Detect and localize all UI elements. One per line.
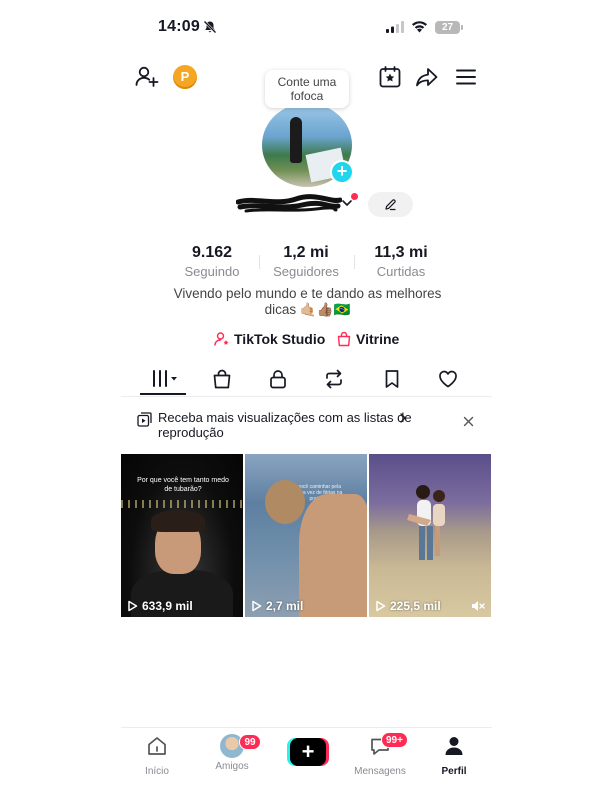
thumb-couple [407,485,445,560]
note-bubble[interactable]: Conte uma fofoca [265,70,349,108]
playlist-banner[interactable]: Receba mais visualizações com as listas … [137,410,482,442]
video-thumbnail[interactable]: por você caminhar pela primeira vez de f… [245,454,367,617]
bio-line: dicas 🤙🏼👍🏽🇧🇷 [264,302,351,317]
bookmark-icon [385,370,399,388]
heart-icon [439,370,457,388]
thumb-figure [299,494,367,617]
vitrine-link[interactable]: Vitrine [336,331,399,347]
views-count: 225,5 mil [390,599,441,613]
views-count: 633,9 mil [142,599,193,613]
stat-value: 1,2 mi [283,244,329,261]
playlist-banner-text: Receba mais visualizações com as listas … [158,410,412,440]
play-icon [252,600,262,612]
pencil-icon [385,199,396,211]
add-friend-icon[interactable] [134,64,160,90]
lock-icon [270,370,286,389]
views-count: 2,7 mil [266,599,304,613]
stat-followers[interactable]: 1,2 mi Seguidores [261,244,351,279]
studio-user-icon [214,332,229,346]
stat-label: Curtidas [376,264,426,279]
playlist-icon [137,412,152,427]
status-bar: 14:09 27 [0,16,615,40]
bio: Vivendo pelo mundo e te dando as melhore… [150,286,465,318]
nav-label: Início [145,766,169,777]
signal-icon [386,21,404,33]
thumb-hair [151,510,205,532]
tab-videos[interactable] [146,365,186,393]
stat-following[interactable]: 9.162 Seguindo [167,244,257,279]
city-lights [121,500,243,508]
battery-indicator: 27 [435,21,463,34]
tab-liked[interactable] [430,365,466,393]
close-icon[interactable] [463,416,474,427]
username-redacted [236,194,342,213]
stat-divider [259,255,260,269]
video-thumbnail[interactable]: 225,5 mil [369,454,491,617]
add-story-button[interactable]: + [330,160,354,184]
status-time: 14:09 [158,18,200,35]
avatar-figure [290,117,302,163]
create-button[interactable]: + [287,738,329,766]
video-views: 225,5 mil [375,599,441,613]
bio-line: Vivendo pelo mundo e te dando as melhore… [173,286,442,301]
play-icon [128,600,138,612]
stat-value: 11,3 mi [374,244,428,261]
profile-icon [445,737,463,755]
home-icon [148,737,166,755]
plus-icon: + [290,738,326,766]
nav-profile[interactable]: Perfil [419,734,489,777]
repost-icon [326,369,342,389]
video-caption: Por que você tem tanto medo de tubarão? [137,477,229,493]
tab-reposts[interactable] [316,365,352,393]
video-thumbnail[interactable]: Por que você tem tanto medo de tubarão? … [121,454,243,617]
mute-icon[interactable] [471,600,485,612]
tab-shop[interactable] [204,365,240,393]
tab-private[interactable] [260,365,296,393]
notification-dot [351,193,358,200]
nav-home[interactable]: Início [122,734,192,777]
coins-button[interactable]: P [173,65,197,89]
active-tab-indicator [140,393,186,395]
grid-videos-icon [153,370,177,387]
tabs-divider [121,396,492,397]
play-icon [376,600,386,612]
nav-label: Perfil [441,766,467,777]
bag-icon [213,369,231,389]
stat-label: Seguidores [273,264,339,279]
stat-value: 9.162 [191,244,233,261]
tab-favorites[interactable] [374,365,410,393]
edit-profile-button[interactable] [368,192,413,217]
tiktok-studio-label: TikTok Studio [234,331,326,347]
share-icon[interactable] [414,64,440,90]
chevron-right-icon [400,413,406,423]
tiktok-studio-link[interactable]: TikTok Studio [214,331,325,347]
stat-likes[interactable]: 11,3 mi Curtidas [356,244,446,279]
nav-friends[interactable]: 99 Amigos [197,734,267,772]
calendar-star-icon[interactable] [377,64,403,90]
video-views: 2,7 mil [251,599,303,613]
bottom-nav: Início 99 Amigos + 99+ Mensagens Perfil [121,727,492,787]
nav-label: Mensagens [354,766,406,777]
thumb-head [265,480,305,524]
nav-messages[interactable]: 99+ Mensagens [345,732,415,777]
video-views: 633,9 mil [127,599,193,613]
friends-badge: 99 [239,734,261,750]
stat-label: Seguindo [184,264,240,279]
shopping-bag-icon [337,331,351,347]
bell-off-icon [203,20,217,34]
messages-badge: 99+ [381,732,408,748]
vitrine-label: Vitrine [356,331,400,347]
nav-label: Amigos [215,761,249,772]
menu-icon[interactable] [453,64,479,90]
wifi-icon [412,21,427,33]
profile-links: TikTok Studio Vitrine [0,331,615,351]
stat-divider [354,255,355,269]
video-grid: Por que você tem tanto medo de tubarão? … [121,454,492,617]
